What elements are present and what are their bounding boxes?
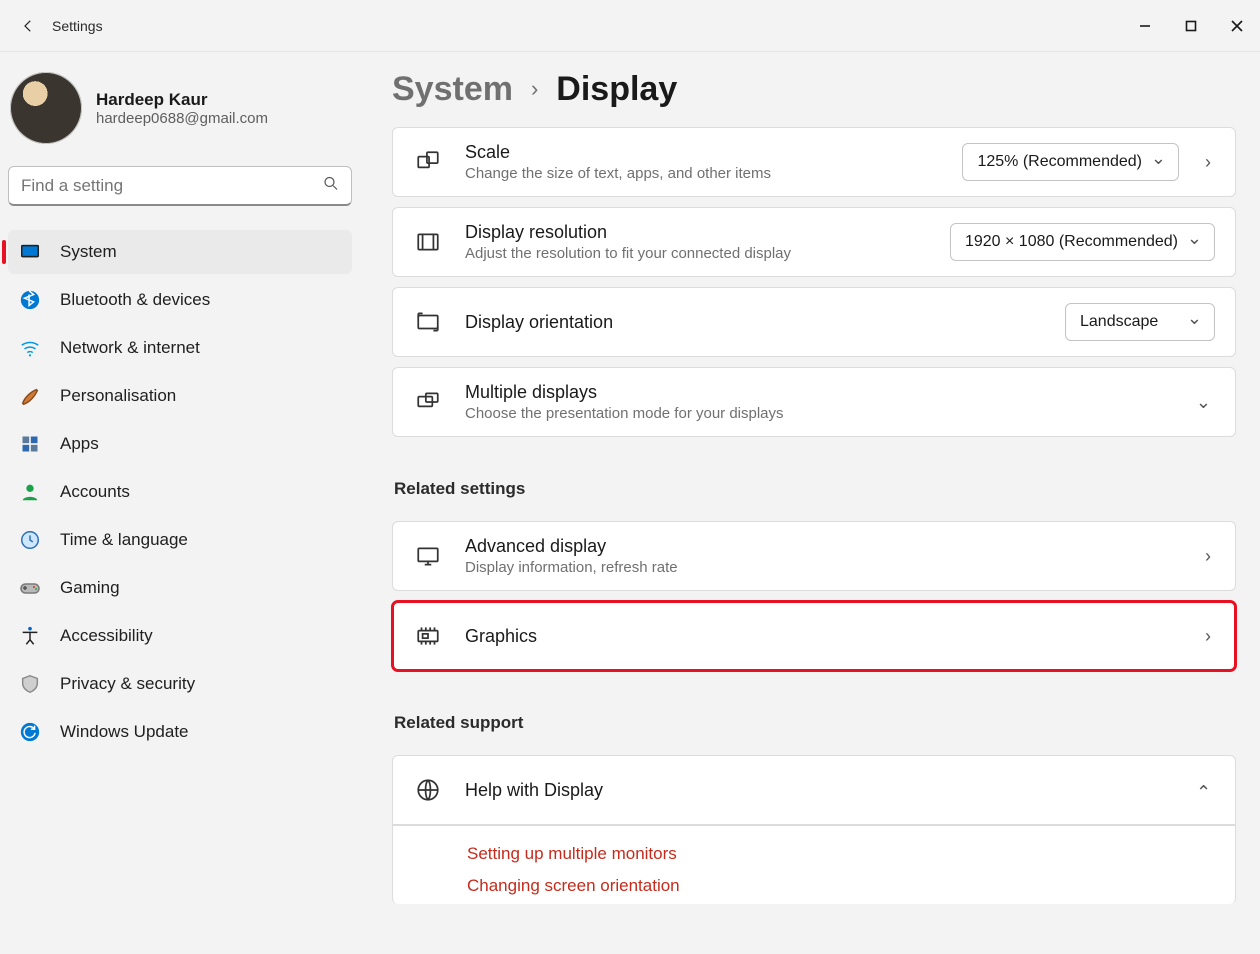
help-link[interactable]: Changing screen orientation [467,876,1235,896]
setting-title: Advanced display [465,536,1179,557]
search-box [8,166,352,206]
sidebar-item-label: System [60,242,117,262]
setting-scale[interactable]: Scale Change the size of text, apps, and… [392,127,1236,197]
minimize-icon [1139,20,1151,32]
system-icon [18,240,42,264]
help-links: Setting up multiple monitors Changing sc… [392,825,1236,904]
dropdown-value: 1920 × 1080 (Recommended) [965,233,1178,251]
search-input[interactable] [8,166,352,206]
dropdown-value: Landscape [1080,313,1158,331]
dropdown-value: 125% (Recommended) [977,153,1142,171]
graphics-icon [413,623,443,649]
setting-subtitle: Display information, refresh rate [465,559,1179,576]
setting-resolution[interactable]: Display resolution Adjust the resolution… [392,207,1236,277]
multiple-displays-icon [413,389,443,415]
orientation-icon [413,309,443,335]
clock-icon [18,528,42,552]
profile-email: hardeep0688@gmail.com [96,110,268,127]
shield-icon [18,672,42,696]
sidebar-item-apps[interactable]: Apps [8,422,352,466]
back-button[interactable] [8,6,48,46]
sidebar-item-label: Personalisation [60,386,176,406]
sidebar: Hardeep Kaur hardeep0688@gmail.com Syste… [0,52,360,954]
sidebar-item-label: Network & internet [60,338,200,358]
sidebar-item-label: Accessibility [60,626,153,646]
chevron-right-icon: › [531,76,538,102]
sidebar-item-label: Privacy & security [60,674,195,694]
profile-block[interactable]: Hardeep Kaur hardeep0688@gmail.com [8,68,352,158]
bluetooth-icon [18,288,42,312]
section-related-support: Related support [394,713,1236,733]
apps-icon [18,432,42,456]
sidebar-item-accessibility[interactable]: Accessibility [8,614,352,658]
chevron-right-icon: › [1201,546,1215,567]
accessibility-icon [18,624,42,648]
breadcrumb-parent[interactable]: System [392,70,513,109]
chevron-right-icon: › [1201,626,1215,647]
resolution-icon [413,229,443,255]
setting-title: Multiple displays [465,382,1170,403]
sidebar-nav: System Bluetooth & devices Network & int… [8,230,352,754]
sidebar-item-network[interactable]: Network & internet [8,326,352,370]
sidebar-item-personalisation[interactable]: Personalisation [8,374,352,418]
update-icon [18,720,42,744]
brush-icon [18,384,42,408]
chevron-down-icon: ⌄ [1192,392,1215,413]
setting-multiple-displays[interactable]: Multiple displays Choose the presentatio… [392,367,1236,437]
sidebar-item-windows-update[interactable]: Windows Update [8,710,352,754]
resolution-dropdown[interactable]: 1920 × 1080 (Recommended) [950,223,1215,261]
setting-subtitle: Choose the presentation mode for your di… [465,405,1170,422]
wifi-icon [18,336,42,360]
chevron-up-icon: ⌄ [1192,780,1215,801]
setting-title: Help with Display [465,780,1170,801]
minimize-button[interactable] [1122,0,1168,52]
breadcrumb: System › Display [392,70,1236,109]
setting-title: Graphics [465,626,1179,647]
setting-title: Scale [465,142,940,163]
profile-name: Hardeep Kaur [96,90,268,110]
arrow-left-icon [19,17,37,35]
sidebar-item-bluetooth[interactable]: Bluetooth & devices [8,278,352,322]
sidebar-item-label: Windows Update [60,722,189,742]
scale-dropdown[interactable]: 125% (Recommended) [962,143,1179,181]
sidebar-item-system[interactable]: System [8,230,352,274]
setting-advanced-display[interactable]: Advanced display Display information, re… [392,521,1236,591]
sidebar-item-label: Gaming [60,578,120,598]
window-controls [1122,0,1260,52]
sidebar-item-label: Accounts [60,482,130,502]
chevron-right-icon: › [1201,152,1215,173]
setting-title: Display resolution [465,222,928,243]
setting-subtitle: Adjust the resolution to fit your connec… [465,245,928,262]
help-link[interactable]: Setting up multiple monitors [467,844,1235,864]
maximize-button[interactable] [1168,0,1214,52]
setting-subtitle: Change the size of text, apps, and other… [465,165,940,182]
setting-graphics[interactable]: Graphics › [392,601,1236,671]
scale-icon [413,149,443,175]
sidebar-item-privacy[interactable]: Privacy & security [8,662,352,706]
sidebar-item-label: Time & language [60,530,188,550]
main-content: System › Display Scale Change the size o… [360,52,1260,954]
close-icon [1231,20,1243,32]
titlebar: Settings [0,0,1260,52]
section-related-settings: Related settings [394,479,1236,499]
sidebar-item-label: Bluetooth & devices [60,290,210,310]
sidebar-item-time-language[interactable]: Time & language [8,518,352,562]
sidebar-item-accounts[interactable]: Accounts [8,470,352,514]
gamepad-icon [18,576,42,600]
breadcrumb-current: Display [556,70,677,109]
avatar [10,72,82,144]
orientation-dropdown[interactable]: Landscape [1065,303,1215,341]
setting-title: Display orientation [465,312,1043,333]
globe-icon [413,777,443,803]
app-title: Settings [52,18,103,34]
person-icon [18,480,42,504]
monitor-icon [413,543,443,569]
close-button[interactable] [1214,0,1260,52]
setting-help-display[interactable]: Help with Display ⌄ [392,755,1236,825]
sidebar-item-gaming[interactable]: Gaming [8,566,352,610]
maximize-icon [1185,20,1197,32]
sidebar-item-label: Apps [60,434,99,454]
setting-orientation[interactable]: Display orientation Landscape [392,287,1236,357]
